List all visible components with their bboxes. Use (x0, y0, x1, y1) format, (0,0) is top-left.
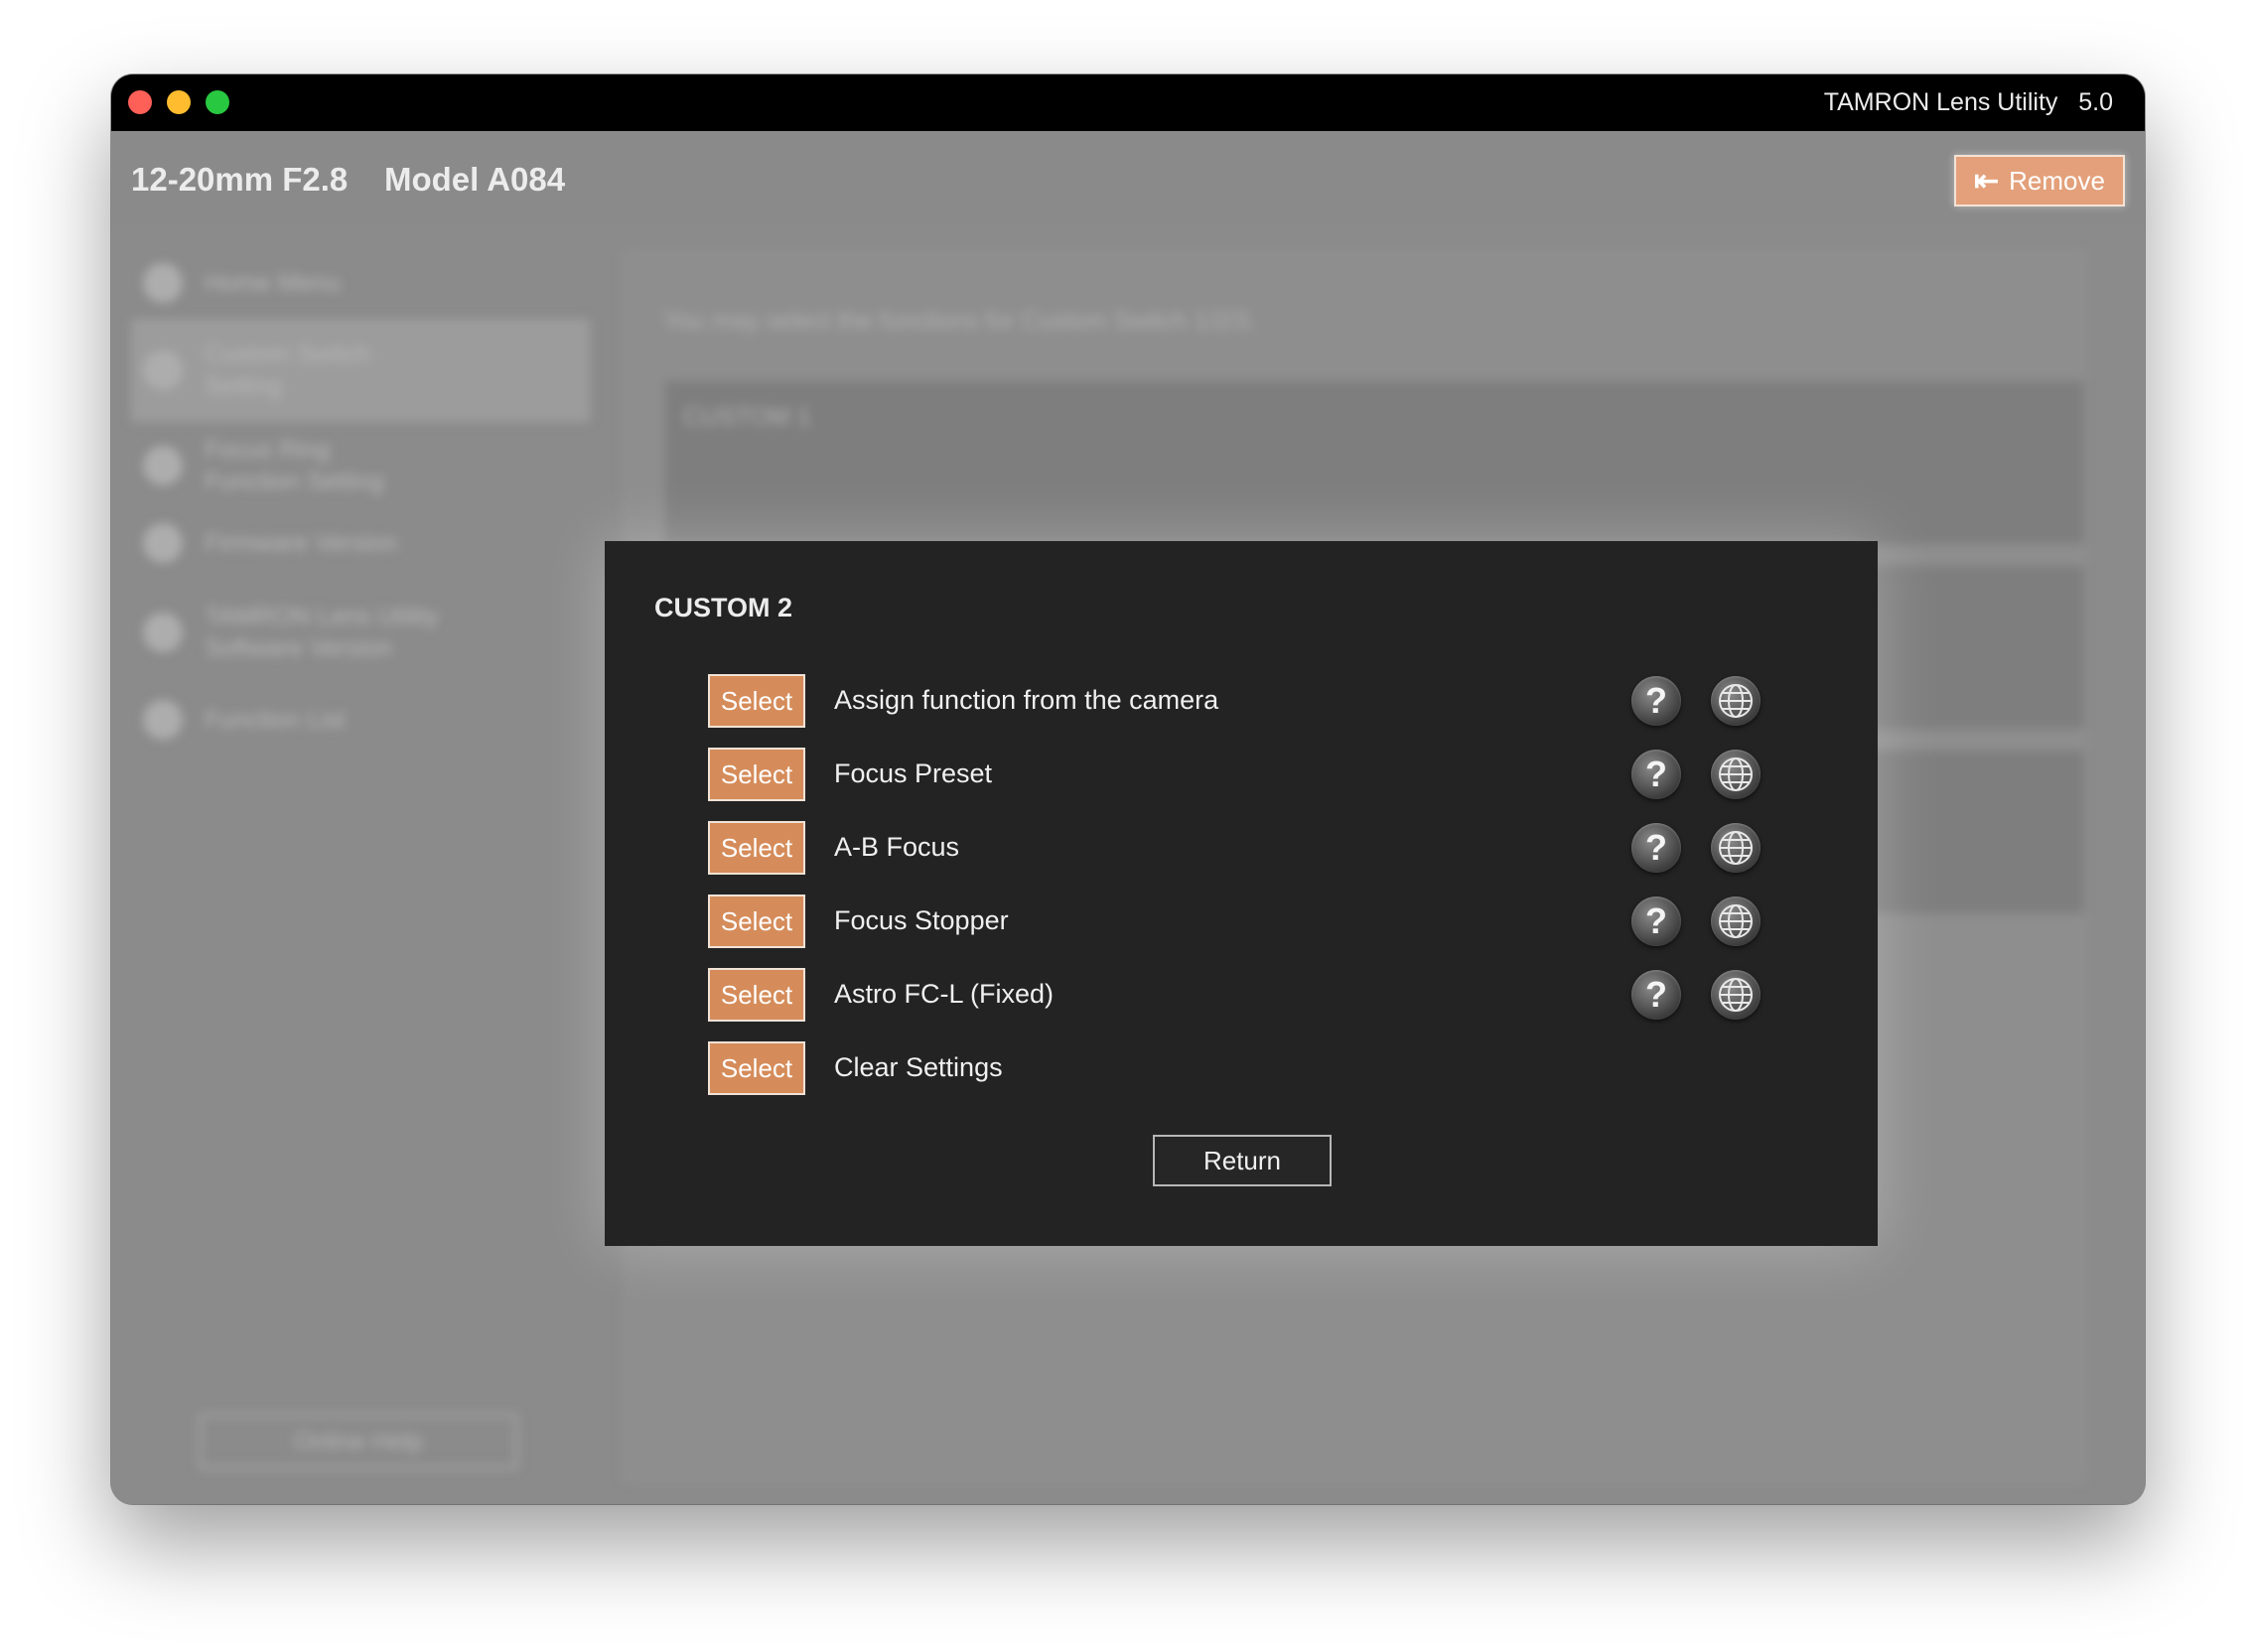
firmware-icon (143, 523, 183, 563)
option-row-astro-fcl: Select Astro FC-L (Fixed) ? (708, 968, 1800, 1022)
help-icon[interactable]: ? (1631, 970, 1681, 1020)
globe-icon[interactable] (1711, 896, 1761, 946)
sidebar: Home Menu Custom Switch Setting Focus Ri… (111, 231, 590, 1504)
exit-arrow-icon: ⇤ (1974, 164, 2000, 198)
select-button[interactable]: Select (708, 968, 805, 1022)
app-window: TAMRON Lens Utility 5.0 12-20mm F2.8 Mod… (111, 74, 2145, 1504)
option-row-clear-settings: Select Clear Settings (708, 1041, 1800, 1095)
switch-icon (143, 350, 183, 390)
globe-icon[interactable] (1711, 750, 1761, 799)
sidebar-item-label: Home Menu (205, 269, 341, 297)
help-icon[interactable]: ? (1631, 676, 1681, 726)
sidebar-item-firmware-version[interactable]: Firmware Version (131, 511, 590, 575)
return-button[interactable]: Return (1153, 1135, 1332, 1186)
remove-button[interactable]: ⇤ Remove (1954, 155, 2125, 206)
option-label: A-B Focus (834, 832, 960, 862)
close-window-button[interactable] (128, 90, 152, 114)
online-help-button[interactable]: Online Help (199, 1414, 518, 1469)
remove-button-label: Remove (2009, 165, 2105, 196)
globe-icon[interactable] (1711, 676, 1761, 726)
select-button[interactable]: Select (708, 674, 805, 728)
option-row-focus-stopper: Select Focus Stopper ? (708, 895, 1800, 948)
help-icon[interactable]: ? (1631, 750, 1681, 799)
select-button[interactable]: Select (708, 821, 805, 875)
option-row-assign-function: Select Assign function from the camera ? (708, 674, 1800, 728)
option-row-ab-focus: Select A-B Focus ? (708, 821, 1800, 875)
help-icon[interactable]: ? (1631, 823, 1681, 873)
custom-switch-card: CUSTOM 1 (665, 381, 2084, 544)
select-button[interactable]: Select (708, 895, 805, 948)
help-glyph: ? (1645, 900, 1667, 941)
zoom-window-button[interactable] (206, 90, 229, 114)
select-button[interactable]: Select (708, 1041, 805, 1095)
sidebar-item-label: Firmware Version (205, 529, 398, 557)
help-glyph: ? (1645, 754, 1667, 794)
title-bar: TAMRON Lens Utility 5.0 (111, 74, 2145, 131)
help-glyph: ? (1645, 974, 1667, 1015)
focus-ring-icon (143, 446, 183, 485)
sidebar-item-function-list[interactable]: Function List (131, 688, 590, 752)
sidebar-item-focus-ring-function-setting[interactable]: Focus Ring Function Setting (131, 428, 590, 503)
globe-icon[interactable] (1711, 823, 1761, 873)
lens-header: 12-20mm F2.8 Model A084 ⇤ Remove (111, 131, 2145, 231)
option-label: Focus Preset (834, 758, 993, 788)
sidebar-item-custom-switch-setting[interactable]: Custom Switch Setting (131, 319, 590, 422)
custom-function-dialog: CUSTOM 2 Select Assign function from the… (605, 541, 1878, 1246)
help-glyph: ? (1645, 827, 1667, 868)
help-icon[interactable]: ? (1631, 896, 1681, 946)
option-label: Astro FC-L (Fixed) (834, 979, 1055, 1009)
minimize-window-button[interactable] (167, 90, 191, 114)
sidebar-item-software-version[interactable]: TAMRON Lens Utility Software Version (131, 595, 590, 670)
main-description: You may select the functions for Custom … (663, 307, 1256, 335)
dialog-title: CUSTOM 2 (654, 593, 793, 622)
custom-card-label: CUSTOM 1 (683, 403, 811, 431)
globe-icon[interactable] (1711, 970, 1761, 1020)
home-icon (143, 263, 183, 303)
option-label: Clear Settings (834, 1052, 1003, 1082)
sidebar-item-label: Function List (205, 706, 346, 734)
sidebar-item-label: TAMRON Lens Utility Software Version (205, 603, 439, 662)
option-label: Focus Stopper (834, 905, 1009, 935)
lens-name: 12-20mm F2.8 Model A084 (131, 161, 566, 198)
option-label: Assign function from the camera (834, 685, 1219, 715)
sidebar-item-label: Custom Switch Setting (205, 341, 370, 400)
info-icon (143, 613, 183, 652)
list-icon (143, 700, 183, 740)
app-title: TAMRON Lens Utility 5.0 (1823, 88, 2113, 116)
sidebar-item-label: Focus Ring Function Setting (205, 436, 384, 495)
sidebar-item-home-menu[interactable]: Home Menu (131, 253, 590, 313)
online-help-label: Online Help (293, 1427, 424, 1455)
select-button[interactable]: Select (708, 748, 805, 801)
help-glyph: ? (1645, 680, 1667, 721)
option-row-focus-preset: Select Focus Preset ? (708, 748, 1800, 801)
